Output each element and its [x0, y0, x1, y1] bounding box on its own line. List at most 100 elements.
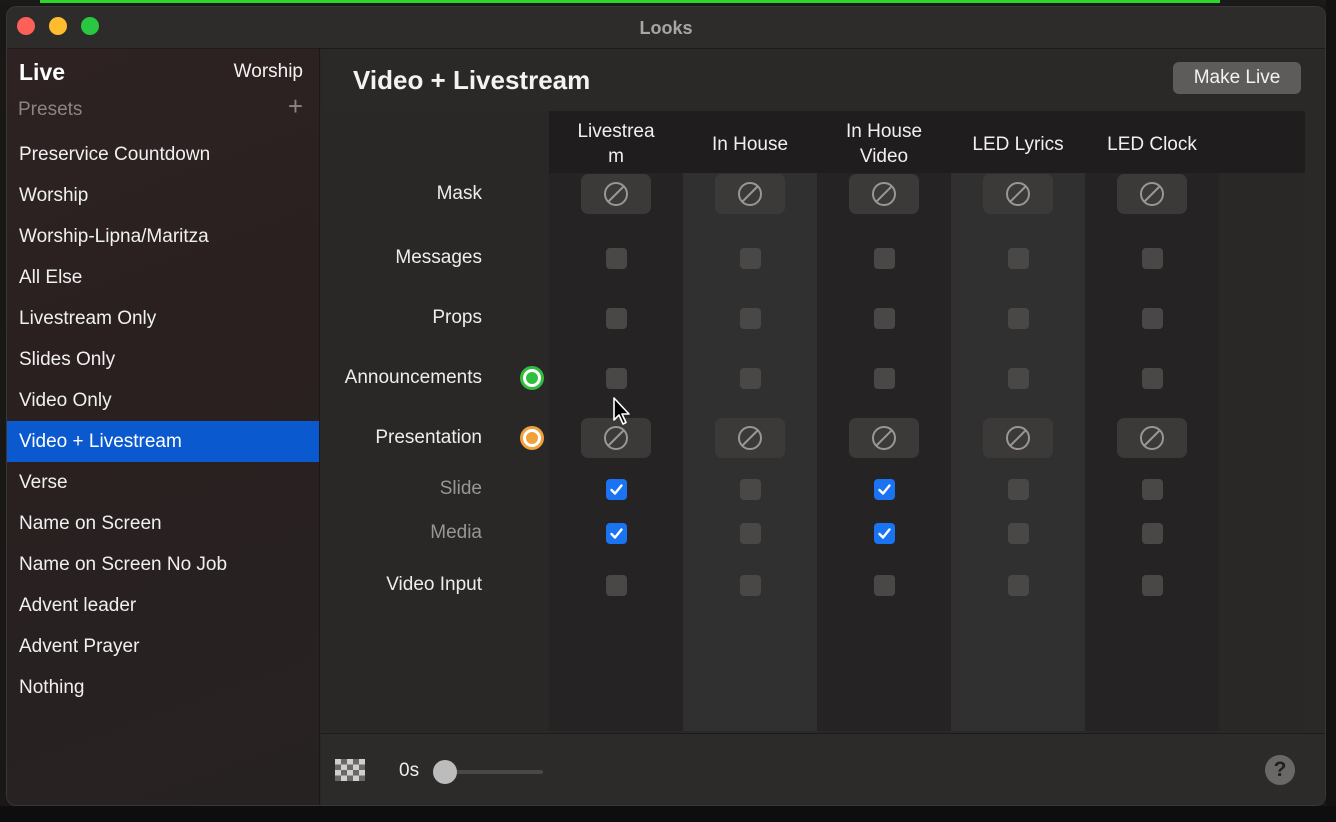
preset-item[interactable]: Name on Screen No Job — [7, 544, 319, 585]
row-label: Messages — [395, 247, 482, 268]
row-label: Media — [430, 522, 482, 543]
preset-item[interactable]: Advent Prayer — [7, 626, 319, 667]
sidebar: Live Worship Presets + Preservice Countd… — [7, 49, 320, 805]
preset-item[interactable]: Name on Screen — [7, 503, 319, 544]
layer-checkbox[interactable] — [605, 247, 627, 269]
title-bar: Looks — [7, 7, 1325, 49]
preset-item[interactable]: Livestream Only — [7, 298, 319, 339]
layer-checkbox[interactable] — [873, 478, 895, 500]
layer-checkbox[interactable] — [1141, 367, 1163, 389]
layer-checkbox[interactable] — [1141, 478, 1163, 500]
duration-slider-knob[interactable] — [433, 760, 457, 784]
footer-bar: 0s ? — [321, 733, 1325, 805]
checkmark-icon — [609, 527, 623, 539]
preset-item[interactable]: Slides Only — [7, 339, 319, 380]
clear-layer-button[interactable] — [983, 418, 1053, 458]
clear-layer-button[interactable] — [715, 174, 785, 214]
preset-item[interactable]: All Else — [7, 257, 319, 298]
clear-layer-button[interactable] — [1117, 174, 1187, 214]
layer-checkbox[interactable] — [739, 522, 761, 544]
layer-checkbox[interactable] — [1007, 367, 1029, 389]
clear-layer-button[interactable] — [715, 418, 785, 458]
prohibited-icon — [1006, 426, 1030, 450]
prohibited-icon — [872, 182, 896, 206]
checkmark-icon — [609, 483, 623, 495]
layer-checkbox[interactable] — [605, 574, 627, 596]
column-header: LED Clock — [1107, 133, 1197, 155]
column-header: In House Video — [845, 121, 923, 167]
clear-layer-button[interactable] — [983, 174, 1053, 214]
layer-checkbox[interactable] — [739, 247, 761, 269]
layer-checkbox[interactable] — [605, 478, 627, 500]
layer-checkbox[interactable] — [605, 307, 627, 329]
presets-list: Preservice Countdown Worship Worship-Lipna… — [7, 134, 319, 708]
layer-checkbox[interactable] — [739, 574, 761, 596]
layer-checkbox[interactable] — [739, 307, 761, 329]
preset-item[interactable]: Advent leader — [7, 585, 319, 626]
looks-window: Looks Live Worship Presets + Preservice … — [6, 6, 1326, 806]
row-label: Props — [432, 307, 482, 328]
plus-icon: + — [287, 91, 303, 121]
layer-checkbox[interactable] — [873, 307, 895, 329]
layer-checkbox[interactable] — [1007, 247, 1029, 269]
live-label: Live — [19, 59, 66, 85]
layer-checkbox[interactable] — [873, 574, 895, 596]
prohibited-icon — [872, 426, 896, 450]
prohibited-icon — [738, 426, 762, 450]
window-title: Looks — [639, 18, 693, 38]
row-label: Mask — [436, 183, 482, 204]
prohibited-icon — [604, 182, 628, 206]
clear-layer-button[interactable] — [849, 174, 919, 214]
layer-checkbox[interactable] — [605, 367, 627, 389]
layer-checkbox[interactable] — [1007, 478, 1029, 500]
announcements-layer-icon — [520, 366, 544, 390]
row-label: Presentation — [375, 427, 482, 448]
look-grid: Livestrea m In House In House Video LED Lyr… — [321, 111, 1305, 731]
preset-item[interactable]: Video + Livestream — [7, 421, 319, 462]
clear-layer-button[interactable] — [1117, 418, 1187, 458]
layer-checkbox[interactable] — [873, 522, 895, 544]
preset-item[interactable]: Nothing — [7, 667, 319, 708]
layer-checkbox[interactable] — [1007, 574, 1029, 596]
transition-duration: 0s — [399, 760, 420, 781]
layer-checkbox[interactable] — [873, 247, 895, 269]
row-label: Announcements — [344, 367, 482, 388]
live-look-name: Worship — [233, 61, 303, 82]
prohibited-icon — [738, 182, 762, 206]
presets-label: Presets — [18, 99, 83, 120]
prohibited-icon — [604, 426, 628, 450]
layer-checkbox[interactable] — [1141, 247, 1163, 269]
clear-layer-button[interactable] — [849, 418, 919, 458]
layer-checkbox[interactable] — [739, 367, 761, 389]
add-preset-button[interactable]: + — [288, 93, 303, 119]
desktop-bottom-edge — [0, 806, 1336, 822]
desktop-right-edge — [1326, 0, 1336, 822]
desktop-top-strip — [0, 0, 1336, 4]
preset-item[interactable]: Worship-Lipna/Maritza — [7, 216, 319, 257]
layer-checkbox[interactable] — [1007, 522, 1029, 544]
presentation-layer-icon — [520, 426, 544, 450]
layer-checkbox[interactable] — [1141, 307, 1163, 329]
row-label: Slide — [439, 478, 482, 499]
preset-item[interactable]: Preservice Countdown — [7, 134, 319, 175]
checkmark-icon — [877, 527, 891, 539]
layer-checkbox[interactable] — [873, 367, 895, 389]
main-panel: Video + Livestream Make Live Livestrea m… — [321, 49, 1325, 805]
checkerboard-icon[interactable] — [335, 759, 365, 781]
look-title: Video + Livestream — [353, 65, 591, 95]
preset-item[interactable]: Verse — [7, 462, 319, 503]
clear-layer-button[interactable] — [581, 174, 651, 214]
layer-checkbox[interactable] — [605, 522, 627, 544]
column-header: Livestrea m — [577, 121, 655, 167]
column-header: LED Lyrics — [972, 133, 1064, 155]
preset-item[interactable]: Video Only — [7, 380, 319, 421]
row-label: Video Input — [386, 574, 482, 595]
prohibited-icon — [1140, 182, 1164, 206]
layer-checkbox[interactable] — [1007, 307, 1029, 329]
make-live-button[interactable]: Make Live — [1173, 62, 1301, 94]
layer-checkbox[interactable] — [739, 478, 761, 500]
layer-checkbox[interactable] — [1141, 522, 1163, 544]
help-button[interactable]: ? — [1265, 755, 1295, 785]
preset-item[interactable]: Worship — [7, 175, 319, 216]
layer-checkbox[interactable] — [1141, 574, 1163, 596]
